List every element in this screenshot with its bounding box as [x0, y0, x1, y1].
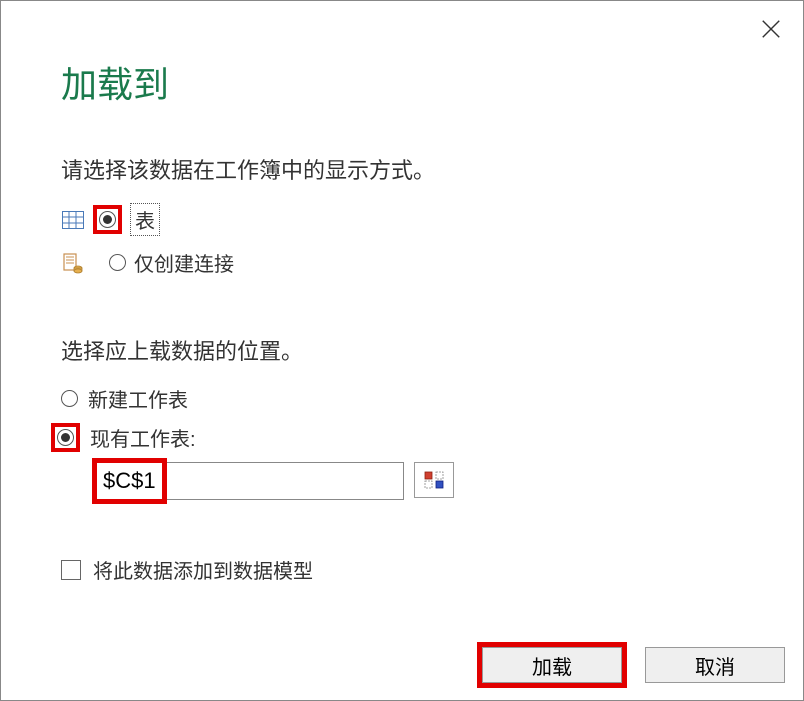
highlight-existing-radio: [51, 423, 80, 452]
checkbox-data-model-label: 将此数据添加到数据模型: [93, 555, 313, 584]
focus-indicator: 表: [130, 203, 160, 236]
option-table-label: 表: [135, 211, 155, 233]
table-icon: [61, 210, 85, 230]
option-table-row: 表: [61, 203, 743, 236]
load-to-dialog: 加载到 请选择该数据在工作簿中的显示方式。 表: [0, 0, 804, 701]
option-new-sheet-row: 新建工作表: [61, 384, 743, 413]
cell-reference-value[interactable]: $C$1: [103, 468, 156, 494]
radio-connection-only[interactable]: [109, 254, 126, 271]
highlight-table-radio: [93, 205, 122, 234]
checkbox-data-model[interactable]: [61, 560, 81, 580]
cell-reference-input-wrap: $C$1: [96, 462, 404, 500]
range-picker-icon: [424, 471, 444, 489]
highlight-load-button: 加载: [477, 642, 627, 688]
option-new-sheet-label: 新建工作表: [88, 384, 188, 413]
load-button[interactable]: 加载: [482, 647, 622, 683]
dialog-buttons: 加载 取消: [477, 642, 785, 688]
option-connection-label: 仅创建连接: [134, 248, 234, 277]
dialog-title: 加载到: [1, 1, 803, 108]
radio-new-sheet[interactable]: [61, 390, 78, 407]
dialog-content: 请选择该数据在工作簿中的显示方式。 表: [1, 108, 803, 584]
close-icon: [760, 18, 782, 40]
highlight-cell-ref: $C$1: [92, 458, 167, 504]
option-connection-row: 仅创建连接: [61, 248, 743, 277]
radio-table[interactable]: [99, 211, 116, 228]
radio-existing-sheet[interactable]: [57, 429, 74, 446]
data-model-row: 将此数据添加到数据模型: [61, 555, 743, 584]
option-existing-sheet-label: 现有工作表:: [90, 423, 196, 452]
display-section-label: 请选择该数据在工作簿中的显示方式。: [61, 153, 743, 185]
cell-reference-row: $C$1: [96, 462, 743, 500]
cancel-button[interactable]: 取消: [645, 647, 785, 683]
connection-icon: [61, 253, 85, 273]
option-existing-sheet-row: 现有工作表:: [51, 423, 743, 452]
close-button[interactable]: [757, 15, 785, 43]
location-section-label: 选择应上载数据的位置。: [61, 334, 743, 366]
range-picker-button[interactable]: [414, 462, 454, 498]
